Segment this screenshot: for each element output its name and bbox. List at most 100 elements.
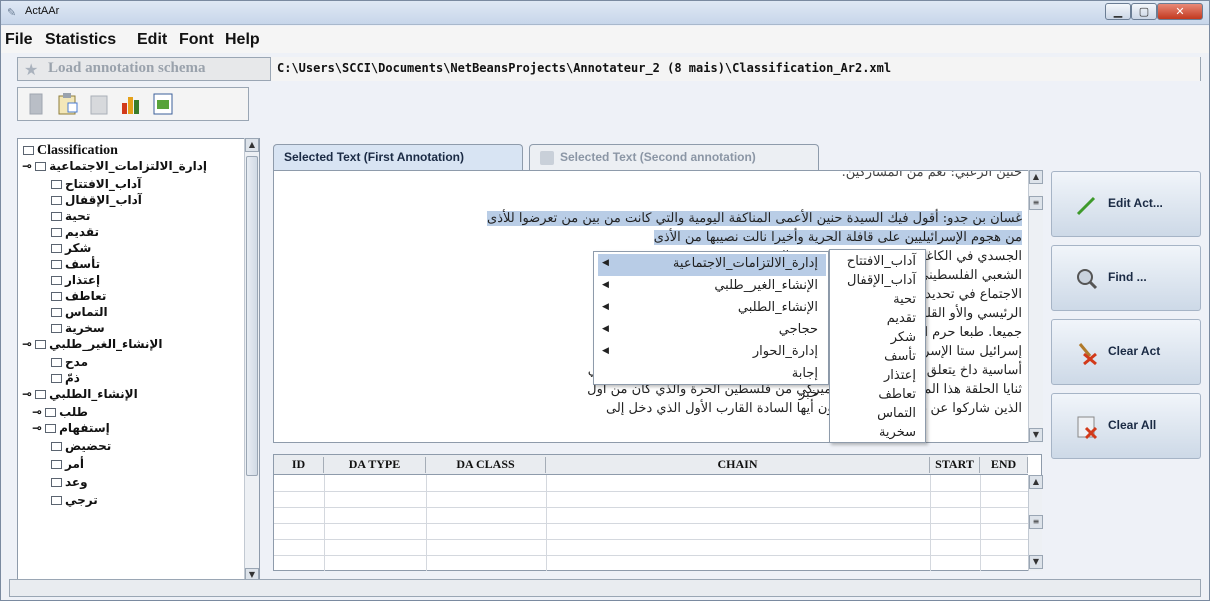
- tree-leaf[interactable]: التماس: [48, 305, 108, 319]
- export-icon[interactable]: [22, 91, 48, 117]
- tab-second-annotation[interactable]: Selected Text (Second annotation): [529, 144, 819, 170]
- table-row[interactable]: [274, 555, 1028, 556]
- context-menu-item[interactable]: ◀ الإنشاء_الطلبي: [598, 298, 826, 320]
- text-selection[interactable]: غسان بن جدو: أقول فيك السيدة حنين الأعمى…: [487, 211, 1022, 226]
- toolbar: [17, 87, 249, 121]
- tree-leaf[interactable]: آداب_الإقفال: [48, 193, 142, 207]
- tree-root[interactable]: Classification: [20, 143, 118, 159]
- clear-all-button[interactable]: Clear All: [1051, 393, 1201, 459]
- table-row[interactable]: [274, 491, 1028, 492]
- context-menu-item[interactable]: خبر: [598, 384, 826, 404]
- clipboard-icon[interactable]: [54, 91, 80, 117]
- context-menu-item[interactable]: ◀ حجاجي: [598, 320, 826, 342]
- tree-leaf[interactable]: أمر: [48, 457, 84, 471]
- tree-toggle-icon[interactable]: ⊸: [22, 159, 32, 173]
- tree-toggle-icon[interactable]: ⊸: [32, 421, 42, 435]
- folder-icon: [45, 424, 57, 433]
- status-bar: [9, 579, 1201, 597]
- table-row[interactable]: [274, 523, 1028, 524]
- column-header-chain[interactable]: CHAIN: [546, 457, 930, 473]
- file-icon: [51, 308, 62, 317]
- tree-leaf[interactable]: تعاطف: [48, 289, 106, 303]
- tree-node-cat1[interactable]: ⊸ إدارة_الالتزامات_الاجتماعية: [22, 159, 207, 173]
- tree-leaf[interactable]: وعد: [48, 475, 88, 489]
- scroll-up-icon[interactable]: ▲: [1029, 475, 1043, 489]
- scroll-down-icon[interactable]: ▼: [1029, 555, 1043, 569]
- tree-leaf[interactable]: شكر: [48, 241, 91, 255]
- file-icon: [51, 212, 62, 221]
- text-line: من هجوم الإسرائيليين على قافلة الحرية وأ…: [282, 230, 1022, 245]
- tree-node-cat2[interactable]: ⊸ الإنشاء_الغير_طلبي: [22, 337, 162, 351]
- file-icon: [51, 496, 62, 505]
- text-line: غسان بن جدو: أقول فيك السيدة حنين الأعمى…: [282, 211, 1022, 226]
- scroll-thumb[interactable]: [246, 156, 258, 476]
- minimize-button[interactable]: ▁: [1105, 3, 1131, 20]
- tree-leaf[interactable]: تقديم: [48, 225, 99, 239]
- tree-toggle-icon[interactable]: ⊸: [22, 337, 32, 351]
- column-header-id[interactable]: ID: [274, 457, 324, 473]
- menu-help[interactable]: Help: [225, 31, 260, 49]
- tree-toggle-icon[interactable]: ⊸: [32, 405, 42, 419]
- menu-edit[interactable]: Edit: [137, 31, 167, 49]
- scroll-thumb[interactable]: ≡: [1029, 196, 1043, 210]
- tree-node-cat3[interactable]: ⊸ الإنشاء_الطلبي: [22, 387, 138, 401]
- load-schema-bar: ★ Load annotation schema C:\Users\SCCI\D…: [17, 57, 1201, 81]
- tree-leaf[interactable]: إعتذار: [48, 273, 100, 287]
- close-button[interactable]: ✕: [1157, 3, 1203, 20]
- tree-leaf[interactable]: تحضيض: [48, 439, 111, 453]
- tree-leaf[interactable]: آداب_الافتتاح: [48, 177, 141, 191]
- xml-document-icon[interactable]: [150, 91, 176, 117]
- folder-icon: [35, 162, 47, 171]
- edit-act-button[interactable]: Edit Act...: [1051, 171, 1201, 237]
- tree-leaf[interactable]: مدح: [48, 355, 88, 369]
- menu-font[interactable]: Font: [179, 31, 214, 49]
- menu-statistics[interactable]: Statistics: [45, 31, 116, 49]
- scroll-up-icon[interactable]: ▲: [245, 138, 259, 152]
- tree-leaf[interactable]: تأسف: [48, 257, 100, 271]
- file-icon: [51, 478, 62, 487]
- tree-leaf[interactable]: سخرية: [48, 321, 105, 335]
- arrow-icon: ◀: [602, 302, 609, 312]
- table-header: ID DA TYPE DA CLASS CHAIN START END: [274, 455, 1028, 475]
- context-menu-item[interactable]: ◀ إدارة_الحوار: [598, 342, 826, 364]
- file-icon: [51, 358, 62, 367]
- context-menu-item[interactable]: إجابة: [598, 364, 826, 384]
- find-button[interactable]: Find ...: [1051, 245, 1201, 311]
- maximize-button[interactable]: ▢: [1131, 3, 1157, 20]
- column-header-start[interactable]: START: [930, 457, 980, 473]
- tree-leaf[interactable]: تحية: [48, 209, 90, 223]
- submenu-item[interactable]: سخرية: [832, 423, 924, 442]
- table-row[interactable]: [274, 507, 1028, 508]
- column-header-end[interactable]: END: [980, 457, 1028, 473]
- tree-leaf[interactable]: ترجي: [48, 493, 98, 507]
- scroll-up-icon[interactable]: ▲: [1029, 170, 1043, 184]
- table-scrollbar[interactable]: ▲ ≡ ▼: [1028, 475, 1043, 571]
- tree-folder[interactable]: ⊸ إستفهام: [32, 421, 110, 435]
- context-menu-item[interactable]: ◀ إدارة_الالتزامات_الاجتماعية: [598, 254, 826, 276]
- tree-folder[interactable]: ⊸ طلب: [32, 405, 88, 419]
- paste-icon[interactable]: [86, 91, 112, 117]
- tree-scrollbar[interactable]: ▲ ▼: [244, 138, 259, 584]
- tree-toggle-icon[interactable]: ⊸: [22, 387, 32, 401]
- context-submenu: آداب_الافتتاح آداب_الإقفال تحية تقديم شك…: [829, 249, 926, 443]
- table-row[interactable]: [274, 539, 1028, 540]
- tree-leaf[interactable]: ذمّ: [48, 371, 80, 385]
- schema-path-field[interactable]: C:\Users\SCCI\Documents\NetBeansProjects…: [270, 57, 1200, 81]
- column-header-da-type[interactable]: DA TYPE: [324, 457, 426, 473]
- scroll-down-icon[interactable]: ▼: [1029, 428, 1043, 442]
- load-schema-button[interactable]: Load annotation schema: [48, 60, 206, 77]
- scroll-thumb[interactable]: ≡: [1029, 515, 1043, 529]
- context-menu-item[interactable]: ◀ الإنشاء_الغير_طلبي: [598, 276, 826, 298]
- arrow-icon: ◀: [602, 346, 609, 356]
- menu-file[interactable]: File: [5, 31, 33, 49]
- text-scrollbar[interactable]: ▲ ≡ ▼: [1028, 170, 1043, 443]
- clear-all-icon: [1077, 416, 1098, 440]
- statistics-chart-icon[interactable]: [118, 91, 144, 117]
- magnifier-icon: [1077, 269, 1098, 290]
- clear-act-button[interactable]: Clear Act: [1051, 319, 1201, 385]
- folder-icon: [35, 340, 47, 349]
- column-header-da-class[interactable]: DA CLASS: [426, 457, 546, 473]
- text-selection[interactable]: من هجوم الإسرائيليين على قافلة الحرية وأ…: [653, 230, 1022, 245]
- tab-first-annotation[interactable]: Selected Text (First Annotation): [273, 144, 523, 170]
- context-menu: ◀ إدارة_الالتزامات_الاجتماعية ◀ الإنشاء_ال…: [593, 251, 829, 401]
